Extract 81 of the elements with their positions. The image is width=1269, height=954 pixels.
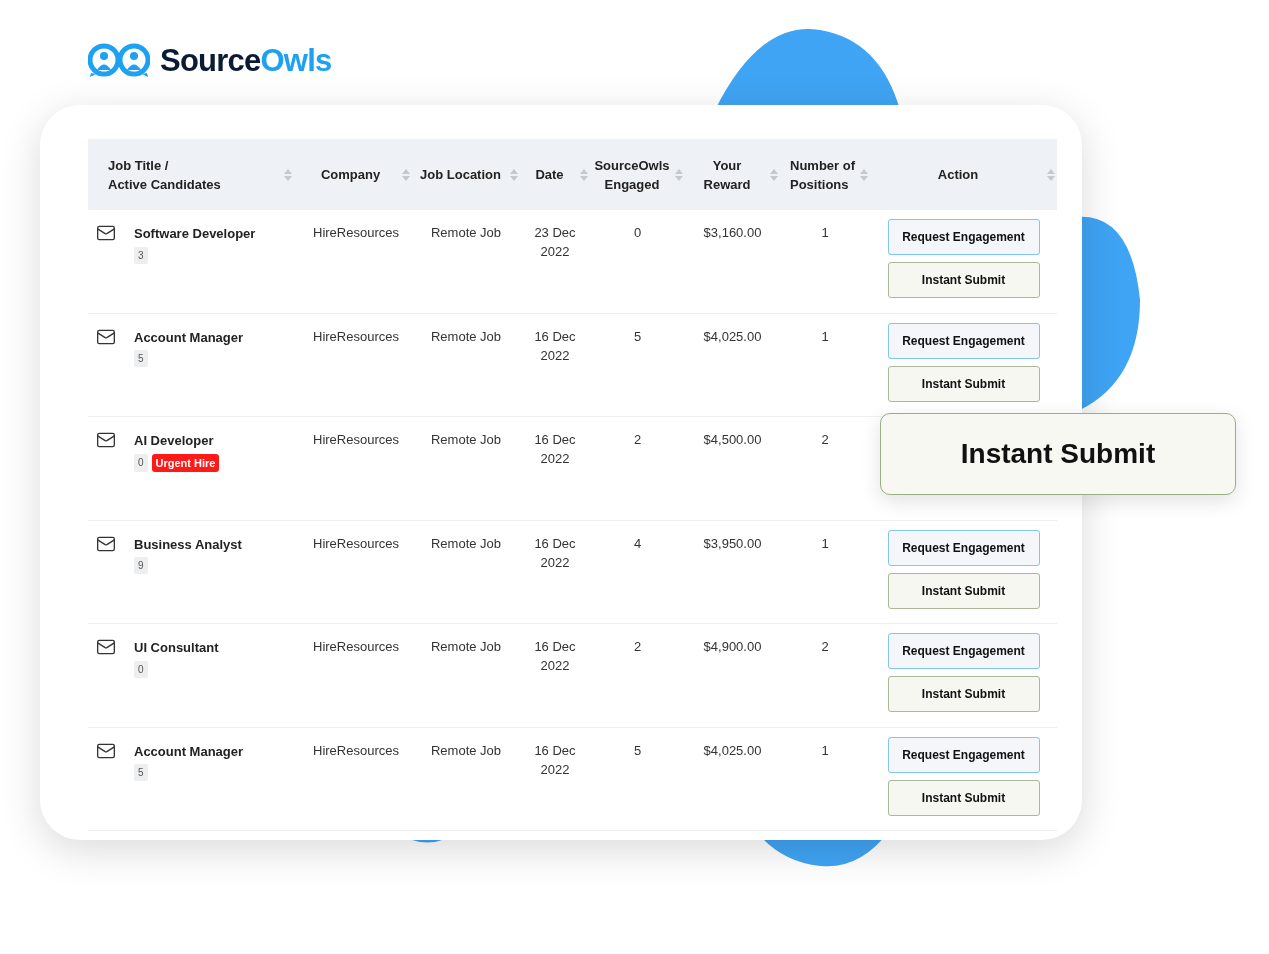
table-cell-text: $4,025.00 — [703, 741, 762, 760]
table-cell-text: $4,500.00 — [703, 431, 762, 449]
sort-icon[interactable] — [580, 168, 588, 181]
table-cell-text: Remote Job — [430, 741, 502, 760]
column-header: Action — [936, 166, 980, 184]
candidate-count: 3 — [134, 246, 148, 264]
job-title[interactable]: Account Manager — [134, 741, 244, 761]
sort-icon[interactable] — [284, 168, 292, 181]
instant-submit-button[interactable]: Instant Submit — [887, 572, 1040, 609]
mail-icon[interactable] — [96, 223, 116, 243]
table-cell-text: 4 — [633, 534, 642, 553]
candidate-count: 0 — [134, 453, 148, 472]
column-header: Number of Positions — [789, 156, 856, 194]
table-cell-text: 5 — [633, 327, 642, 346]
sort-icon[interactable] — [770, 168, 778, 181]
table-cell-text: $4,025.00 — [703, 327, 762, 346]
instant-submit-button[interactable]: Instant Submit — [887, 262, 1040, 298]
table-cell-text: HireResources — [313, 431, 399, 449]
table-cell-text: 16 Dec 2022 — [533, 741, 577, 779]
request-engagement-button[interactable]: Request Engagement — [887, 633, 1040, 669]
job-title[interactable]: UI Consultant — [134, 638, 219, 658]
table-cell-text: 2 — [633, 431, 642, 449]
table-cell-text: 2 — [633, 638, 642, 656]
table-cell-text: Remote Job — [430, 638, 502, 656]
table-cell-text: HireResources — [313, 638, 399, 656]
table-cell-text: 16 Dec 2022 — [533, 431, 577, 468]
table-cell-text: $3,950.00 — [703, 534, 762, 553]
table-cell-text: HireResources — [313, 224, 399, 242]
instant-submit-button[interactable]: Instant Submit — [887, 779, 1040, 816]
column-header: Job Title / Active Candidates — [107, 156, 222, 194]
mail-icon[interactable] — [96, 430, 116, 450]
column-header: Company — [319, 166, 382, 184]
table-cell-text: 1 — [821, 327, 829, 346]
table-cell-text: Remote Job — [430, 534, 502, 553]
table-cell-text: 16 Dec 2022 — [533, 638, 577, 675]
candidate-count: 5 — [134, 350, 148, 367]
column-header: Job Location — [419, 166, 502, 184]
table-cell-text: $4,900.00 — [703, 638, 762, 656]
request-engagement-button[interactable]: Request Engagement — [887, 529, 1040, 566]
table-cell-text: 16 Dec 2022 — [533, 327, 577, 365]
candidate-count: 0 — [134, 660, 148, 678]
job-title[interactable]: AI Developer — [134, 431, 220, 451]
mail-icon[interactable] — [96, 637, 116, 657]
sort-icon[interactable] — [675, 168, 683, 181]
column-header: Your Reward — [702, 156, 752, 194]
instant-submit-callout: Instant Submit — [880, 413, 1236, 495]
table-cell-text: Remote Job — [430, 431, 502, 449]
owl-logo-icon — [88, 43, 150, 77]
table-cell-text: Remote Job — [430, 327, 502, 346]
table-cell-text: 16 Dec 2022 — [533, 534, 577, 572]
table-cell-text: HireResources — [313, 534, 399, 553]
candidate-count: 5 — [134, 764, 148, 781]
job-title[interactable]: Business Analyst — [134, 534, 242, 554]
request-engagement-button[interactable]: Request Engagement — [887, 322, 1040, 359]
table-cell-text: HireResources — [313, 327, 399, 346]
sort-icon[interactable] — [402, 168, 410, 181]
table-cell-text: 1 — [821, 224, 829, 242]
urgent-tag: Urgent Hire — [151, 453, 220, 472]
instant-submit-button[interactable]: Instant Submit — [887, 676, 1040, 712]
table-cell-text: 23 Dec 2022 — [533, 224, 577, 261]
table-cell-text: 1 — [821, 534, 829, 553]
table-cell-text: 0 — [633, 224, 642, 242]
logo-wordmark: SourceOwls — [160, 44, 332, 76]
table-cell-text: 2 — [821, 431, 829, 449]
candidate-count: 9 — [134, 557, 148, 574]
column-header: SourceOwls Engaged — [593, 156, 671, 194]
table-cell-text: Remote Job — [430, 224, 502, 242]
job-title[interactable]: Account Manager — [134, 327, 244, 347]
table-cell-text: $3,160.00 — [703, 224, 762, 242]
request-engagement-button[interactable]: Request Engagement — [887, 736, 1040, 773]
column-header: Date — [534, 166, 565, 184]
job-title[interactable]: Software Developer — [134, 224, 256, 244]
table-cell-text: HireResources — [313, 741, 399, 760]
table-cell-text: 5 — [633, 741, 642, 760]
sort-icon[interactable] — [1047, 168, 1055, 181]
table-cell-text: 1 — [821, 741, 829, 760]
table-cell-text: 2 — [821, 638, 829, 656]
sort-icon[interactable] — [860, 168, 868, 181]
sort-icon[interactable] — [510, 168, 518, 181]
request-engagement-button[interactable]: Request Engagement — [887, 219, 1040, 255]
instant-submit-button[interactable]: Instant Submit — [887, 365, 1040, 402]
